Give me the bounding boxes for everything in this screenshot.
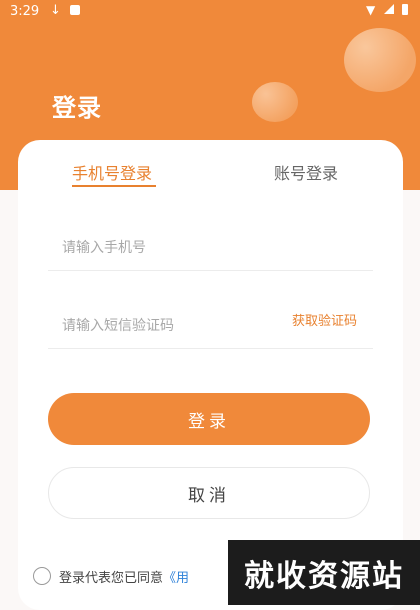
phone-input[interactable] bbox=[60, 232, 284, 264]
active-tab-indicator bbox=[72, 185, 156, 187]
decorative-bubble-large bbox=[344, 28, 416, 92]
battery-icon bbox=[402, 4, 408, 15]
status-bar: 3:29 ↓ ▼ bbox=[0, 0, 420, 24]
page-title: 登录 bbox=[52, 94, 102, 122]
tab-phone-login[interactable]: 手机号登录 bbox=[72, 160, 152, 184]
login-button[interactable]: 登录 bbox=[48, 393, 370, 445]
agreement-row: 登录代表您已同意 《用 bbox=[33, 565, 189, 587]
download-icon: ↓ bbox=[50, 3, 61, 18]
decorative-bubble-small bbox=[252, 82, 298, 122]
agreement-checkbox[interactable] bbox=[33, 567, 51, 585]
wifi-icon: ▼ bbox=[366, 3, 376, 17]
cancel-button[interactable]: 取消 bbox=[48, 467, 370, 519]
signal-icon bbox=[384, 4, 394, 14]
sms-code-input[interactable] bbox=[60, 310, 284, 342]
watermark-banner: 就收资源站 bbox=[228, 540, 420, 605]
get-code-button[interactable]: 获取验证码 bbox=[292, 310, 357, 329]
phone-field bbox=[48, 220, 373, 271]
status-time: 3:29 bbox=[10, 4, 40, 19]
tab-account-login[interactable]: 账号登录 bbox=[274, 160, 338, 184]
agreement-text: 登录代表您已同意 bbox=[59, 570, 164, 586]
agreement-link[interactable]: 《用 bbox=[163, 567, 189, 586]
notification-icon bbox=[70, 5, 80, 15]
